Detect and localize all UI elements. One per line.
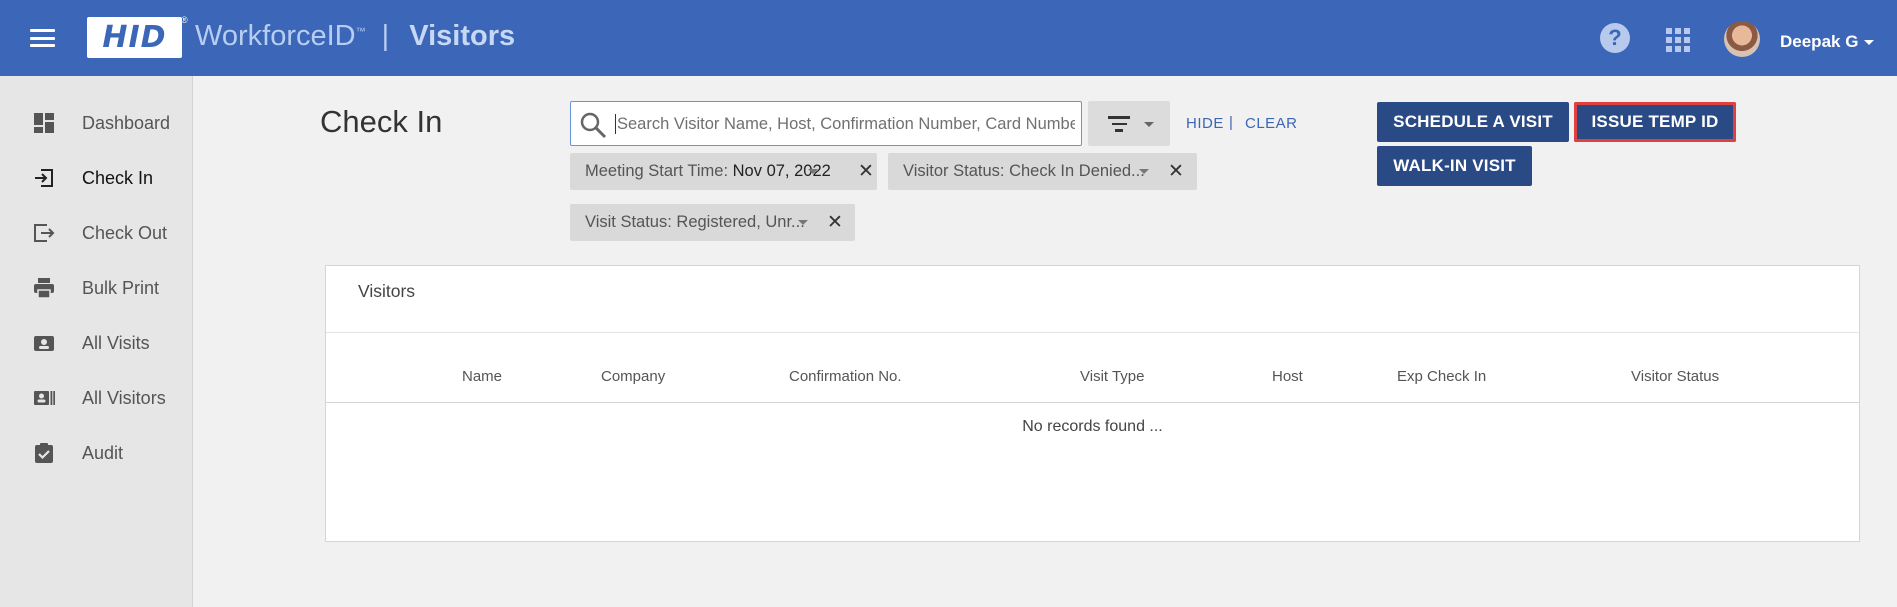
caret-down-icon (1144, 122, 1154, 127)
filter-menu-button[interactable] (1088, 101, 1170, 146)
dashboard-icon (33, 112, 55, 134)
divider (326, 332, 1859, 333)
column-header-name[interactable]: Name (462, 368, 502, 385)
search-icon (579, 111, 607, 139)
schedule-visit-button[interactable]: SCHEDULE A VISIT (1377, 102, 1569, 142)
brand-name: WorkforceID (195, 20, 356, 52)
column-header-exp-check-in[interactable]: Exp Check In (1397, 368, 1486, 385)
filter-chip-meeting-start[interactable]: Meeting Start Time: Nov 07, 2022 ✕ (570, 153, 877, 190)
sidebar-item-all-visits[interactable]: All Visits (0, 323, 192, 363)
sidebar-item-all-visitors[interactable]: All Visitors (0, 378, 192, 418)
brand-separator: | (381, 20, 390, 52)
column-header-confirmation[interactable]: Confirmation No. (789, 368, 902, 385)
apps-grid-icon[interactable] (1666, 28, 1690, 52)
sidebar-item-label: All Visitors (82, 387, 166, 408)
chip-dropdown-icon[interactable] (1139, 169, 1149, 174)
filter-chip-visit-status[interactable]: Visit Status: Registered, Unr... ✕ (570, 204, 855, 241)
sidebar-item-check-in[interactable]: Check In (0, 158, 192, 198)
link-separator: | (1229, 114, 1233, 131)
chip-dropdown-icon[interactable] (798, 220, 808, 225)
search-box (570, 101, 1082, 146)
filter-icon (1108, 116, 1130, 136)
column-header-visit-type[interactable]: Visit Type (1080, 368, 1144, 385)
empty-state-message: No records found ... (1022, 418, 1163, 435)
sidebar-item-audit[interactable]: Audit (0, 433, 192, 473)
trademark: ™ (355, 26, 366, 38)
printer-icon (33, 277, 55, 299)
sidebar-item-label: Dashboard (82, 112, 171, 133)
visitors-table-card: Visitors Name Company Confirmation No. V… (325, 265, 1860, 542)
chip-key: Visit Status: Registered, Unr... (585, 213, 805, 231)
filter-chip-visitor-status[interactable]: Visitor Status: Check In Denied... ✕ (888, 153, 1197, 190)
remove-filter-icon[interactable]: ✕ (827, 213, 843, 232)
text-cursor (615, 114, 616, 134)
registered-mark: ® (181, 15, 188, 25)
logo-text: HID (102, 20, 167, 55)
walk-in-visit-button[interactable]: WALK-IN VISIT (1377, 146, 1532, 186)
check-in-icon (33, 167, 55, 189)
sidebar-item-label: Bulk Print (82, 277, 160, 298)
chip-dropdown-icon[interactable] (808, 169, 818, 174)
remove-filter-icon[interactable]: ✕ (1168, 162, 1184, 181)
page-title: Check In (320, 104, 443, 139)
column-header-visitor-status[interactable]: Visitor Status (1631, 368, 1719, 385)
search-input[interactable] (617, 108, 1075, 140)
issue-temp-id-button[interactable]: ISSUE TEMP ID (1574, 102, 1736, 142)
visitors-icon (33, 387, 55, 409)
sidebar-item-label: Audit (82, 442, 124, 463)
sidebar-item-dashboard[interactable]: Dashboard (0, 103, 192, 143)
hid-logo: HID (87, 17, 182, 58)
app-name: Visitors (409, 20, 516, 52)
check-out-icon (33, 222, 55, 244)
chip-label: Visit Status: Registered, Unr... (585, 213, 805, 232)
top-header: HID ® WorkforceID™ | Visitors ? Deepak G (0, 0, 1897, 76)
visits-icon (33, 332, 55, 354)
app-brand: WorkforceID™ | Visitors (195, 20, 515, 53)
audit-icon (33, 442, 55, 464)
user-menu[interactable]: Deepak G (1780, 32, 1875, 52)
sidebar: Dashboard Check In Check Out Bulk Print … (0, 76, 193, 607)
sidebar-item-label: All Visits (82, 332, 150, 353)
chevron-down-icon (1864, 40, 1875, 46)
sidebar-item-bulk-print[interactable]: Bulk Print (0, 268, 192, 308)
help-icon[interactable]: ? (1600, 23, 1630, 53)
clear-filters-link[interactable]: CLEAR (1245, 115, 1298, 132)
sidebar-item-label: Check Out (82, 222, 168, 243)
remove-filter-icon[interactable]: ✕ (858, 162, 874, 181)
column-header-host[interactable]: Host (1272, 368, 1303, 385)
hide-filters-link[interactable]: HIDE (1186, 115, 1224, 132)
column-header-company[interactable]: Company (601, 368, 665, 385)
card-title: Visitors (358, 281, 416, 301)
sidebar-item-label: Check In (82, 167, 154, 188)
chip-label: Visitor Status: Check In Denied... (903, 162, 1145, 181)
chip-key: Visitor Status: Check In Denied... (903, 162, 1145, 180)
chip-label: Meeting Start Time: Nov 07, 2022 (585, 162, 831, 181)
header-divider (326, 402, 1859, 403)
menu-icon[interactable] (30, 29, 55, 47)
chip-key: Meeting Start Time: (585, 162, 733, 180)
avatar[interactable] (1724, 21, 1760, 57)
user-name: Deepak G (1780, 32, 1859, 51)
sidebar-item-check-out[interactable]: Check Out (0, 213, 192, 253)
